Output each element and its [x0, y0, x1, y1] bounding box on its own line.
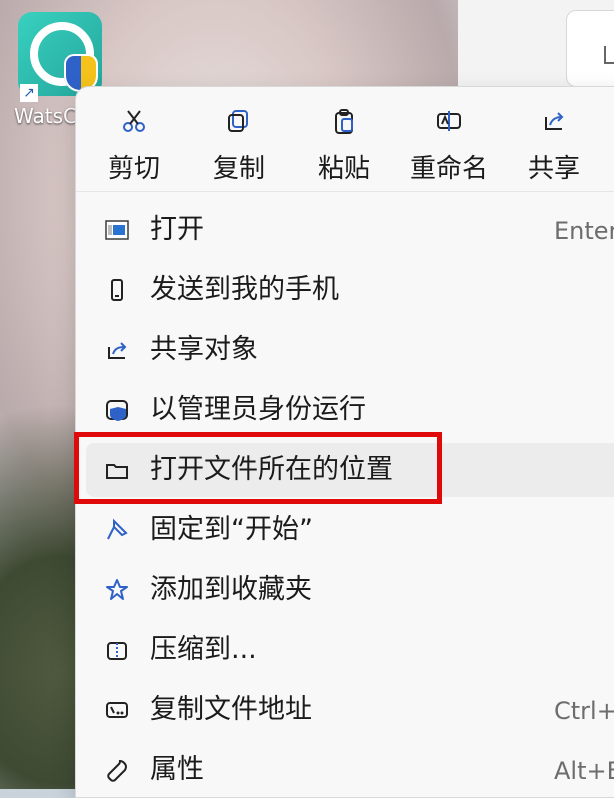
zip-icon: [107, 642, 127, 660]
phone-icon: [111, 279, 123, 301]
menu-item-send-to-phone[interactable]: 发送到我的手机: [86, 263, 614, 317]
copy-icon: [228, 110, 248, 132]
admin-shield-icon: [106, 400, 128, 421]
copy-path-icon: [106, 702, 128, 718]
menu-item-compress-to[interactable]: 压缩到...: [86, 623, 614, 677]
paste-label: 粘贴: [317, 154, 370, 184]
copy-button[interactable]: 复制: [191, 97, 287, 187]
context-toolbar: 剪切 复制 粘贴 重命名 共享: [76, 87, 614, 192]
pin-icon: [107, 518, 128, 540]
paste-button[interactable]: 粘贴: [296, 97, 392, 187]
menu-item-pin-to-start[interactable]: 固定到“开始”: [86, 503, 614, 557]
copy-label: 复制: [212, 154, 265, 184]
menu-item-add-to-favorites[interactable]: 添加到收藏夹: [86, 563, 614, 617]
menu-item-shortcut: Alt+E: [554, 757, 614, 785]
menu-item-label: 以管理员身份运行: [150, 394, 366, 425]
share-icon: [108, 342, 127, 359]
paste-icon: [335, 109, 353, 134]
menu-item-label: 压缩到...: [150, 634, 257, 665]
share-button[interactable]: 共享: [506, 97, 602, 187]
highlight-annotation: [74, 432, 442, 504]
home-icon: [604, 46, 614, 64]
share-icon: [545, 112, 564, 130]
wrench-icon: [107, 759, 128, 782]
open-icon: [105, 220, 129, 240]
star-icon: [106, 579, 128, 600]
rename-label: 重命名: [409, 154, 488, 184]
rename-icon: [437, 111, 461, 131]
menu-item-label: 固定到“开始”: [150, 514, 313, 545]
menu-item-label: 打开: [150, 214, 204, 245]
cut-label: 剪切: [107, 154, 160, 184]
menu-item-label: 发送到我的手机: [150, 274, 339, 305]
menu-item-label: 共享对象: [150, 334, 258, 365]
menu-item-open[interactable]: 打开 Enter: [86, 203, 614, 257]
menu-item-shortcut: Ctrl+S: [554, 697, 614, 725]
cut-button[interactable]: 剪切: [86, 97, 182, 187]
menu-item-run-as-admin[interactable]: 以管理员身份运行: [86, 383, 614, 437]
share-label: 共享: [527, 154, 580, 184]
menu-item-shortcut: Enter: [554, 217, 614, 245]
shortcut-arrow-icon: ↗: [20, 84, 38, 102]
cut-icon: [123, 110, 145, 132]
rename-button[interactable]: 重命名: [401, 97, 497, 187]
menu-item-label: 添加到收藏夹: [150, 574, 312, 605]
menu-item-copy-path[interactable]: 复制文件地址 Ctrl+S: [86, 683, 614, 737]
menu-item-label: 属性: [150, 754, 204, 785]
menu-item-label: 复制文件地址: [150, 694, 312, 725]
menu-item-share-with[interactable]: 共享对象: [86, 323, 614, 377]
